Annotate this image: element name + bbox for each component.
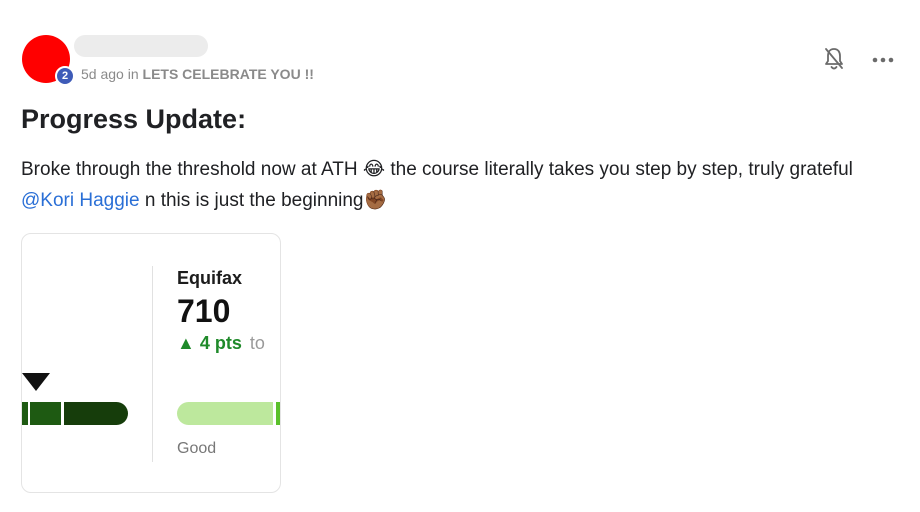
score-change: ▲ 4 pts to [177,333,265,354]
more-horizontal-icon [872,57,894,63]
post-category-link[interactable]: LETS CELEBRATE YOU !! [143,66,314,82]
post-meta: 5d ago in LETS CELEBRATE YOU !! [81,66,314,82]
more-options-button[interactable] [870,50,896,70]
scale-bar-segment-darker [64,402,128,425]
bureau-name: Equifax [177,268,243,288]
post-time: 5d ago [81,66,124,82]
body-text-3: n this is just the beginning [144,190,364,211]
body-text-1: Broke through the threshold now at ATH [21,159,358,180]
credit-score: 710 [177,293,231,329]
laughing-emoji: 😂 [362,158,386,180]
author-name-placeholder[interactable] [74,35,208,57]
body-text-2: the course literally takes you step by s… [390,159,853,180]
scale-bar-segment-dark-2 [30,402,61,425]
score-pointer-icon [22,373,50,391]
level-badge: 2 [55,66,75,86]
post-title: Progress Update: [21,104,247,134]
scale-bar-segment-light [177,402,273,425]
fist-emoji: ✊🏾 [363,189,388,211]
bell-muted-icon [825,48,843,70]
attachment-image[interactable]: Equifax 710 ▲ 4 pts to Good [21,233,281,493]
meta-in-word: in [127,66,139,82]
up-arrow-icon: ▲ [177,333,195,353]
post-body: Broke through the threshold now at ATH 😂… [21,154,906,216]
user-mention-link[interactable]: @Kori Haggie [21,190,140,211]
scale-bar-segment-bright [276,402,280,425]
score-change-value: 4 pts [199,333,242,353]
score-rating: Good [177,440,217,457]
scale-bar-segment-dark-1 [22,402,28,425]
attachment-divider [152,266,153,462]
score-change-suffix: to [249,333,265,353]
notification-bell-button[interactable] [822,46,846,72]
